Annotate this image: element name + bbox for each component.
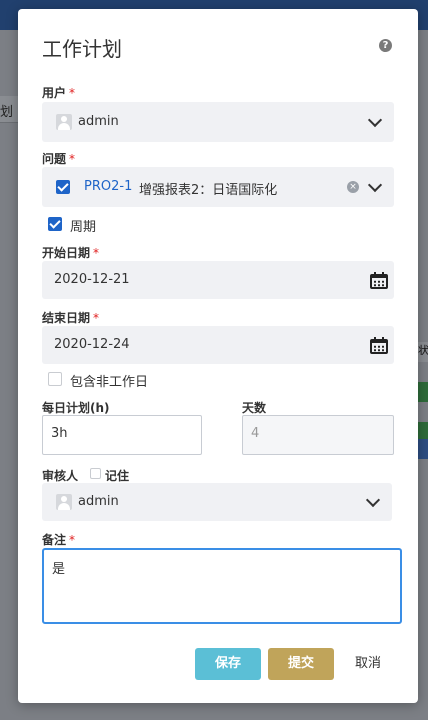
issue-label: 问题 * xyxy=(42,152,76,166)
reviewer-avatar xyxy=(56,494,72,510)
calendar-icon[interactable] xyxy=(370,337,388,354)
background-status-header: 状 xyxy=(418,342,428,362)
background-status-tag xyxy=(418,439,428,459)
calendar-icon[interactable] xyxy=(370,272,388,289)
cancel-button[interactable]: 取消 xyxy=(340,648,396,680)
save-button[interactable]: 保存 xyxy=(195,648,261,680)
include-nonworking-label: 包含非工作日 xyxy=(70,375,149,390)
issue-checkbox[interactable] xyxy=(56,180,70,194)
days-label: 天数 xyxy=(242,401,267,415)
reviewer-label: 审核人 xyxy=(42,469,79,483)
start-date-label: 开始日期 * xyxy=(42,246,100,260)
days-input: 4 xyxy=(242,415,394,455)
clear-icon[interactable]: × xyxy=(347,181,359,193)
periodic-checkbox[interactable] xyxy=(48,217,62,231)
remark-textarea[interactable]: 是 xyxy=(42,548,402,624)
help-icon[interactable]: ? xyxy=(379,39,392,52)
issue-key-link[interactable]: PRO2-1 xyxy=(84,179,132,194)
reviewer-select[interactable]: admin xyxy=(42,483,392,521)
chevron-down-icon[interactable] xyxy=(367,177,383,193)
background-status-tag xyxy=(418,382,428,402)
end-date-input[interactable]: 2020-12-24 xyxy=(42,326,394,364)
include-nonworking-checkbox[interactable] xyxy=(48,372,62,386)
chevron-down-icon xyxy=(365,492,381,508)
chevron-down-icon xyxy=(367,112,383,128)
user-label: 用户 * xyxy=(42,86,76,100)
daily-plan-input[interactable]: 3h xyxy=(42,415,202,455)
end-date-label: 结束日期 * xyxy=(42,311,100,325)
dialog-title: 工作计划 xyxy=(42,37,122,61)
submit-button[interactable]: 提交 xyxy=(268,648,334,680)
remember-label: 记住 xyxy=(105,469,130,483)
periodic-label: 周期 xyxy=(70,220,97,235)
remember-checkbox[interactable] xyxy=(90,468,101,479)
issue-select[interactable]: PRO2-1 增强报表2：日语国际化 × xyxy=(42,167,394,207)
background-column-fragment: 划 xyxy=(0,105,14,120)
remark-label: 备注 * xyxy=(42,533,76,547)
work-plan-dialog: 工作计划 ? 用户 * admin 问题 * PRO2-1 增强报表2：日语国际化 … xyxy=(18,9,418,703)
user-avatar xyxy=(56,114,72,130)
issue-summary: 增强报表2：日语国际化 xyxy=(139,183,278,198)
start-date-input[interactable]: 2020-12-21 xyxy=(42,261,394,299)
daily-plan-label: 每日计划(h) xyxy=(42,401,110,415)
user-select[interactable]: admin xyxy=(42,102,394,142)
